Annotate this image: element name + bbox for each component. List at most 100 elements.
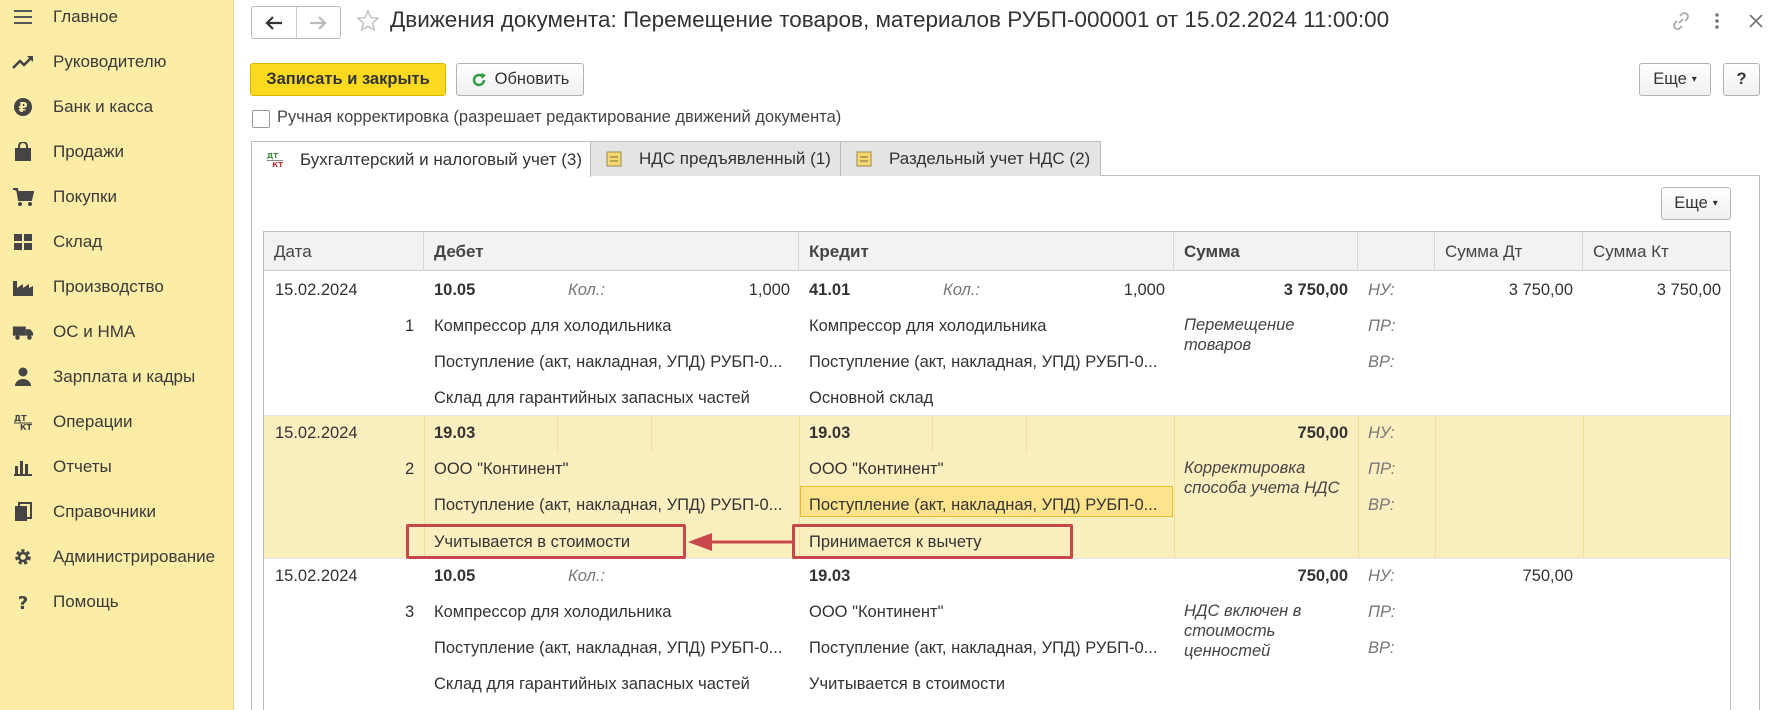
debit-subconto: Поступление (акт, накладная, УПД) РУБП-0… — [434, 353, 783, 371]
vr-label: ВР: — [1368, 639, 1395, 657]
arrow-left-icon — [265, 15, 282, 30]
credit-account: 19.03 — [809, 424, 851, 442]
question-icon: ? — [12, 591, 34, 613]
svg-text:ДТ: ДТ — [14, 414, 27, 423]
credit-subconto: Компрессор для холодильника — [809, 317, 1047, 335]
row-sum: 3 750,00 — [1283, 281, 1348, 299]
sidebar-item-label: Администрирование — [53, 547, 216, 566]
manual-edit-checkbox[interactable] — [252, 110, 270, 128]
vr-label: ВР: — [1368, 353, 1395, 371]
dt-kt-icon: ДТ КТ — [266, 151, 284, 169]
history-nav — [251, 6, 341, 39]
favorite-star-icon[interactable] — [356, 9, 380, 33]
column-header-debit[interactable]: Дебет — [424, 232, 799, 271]
more-button[interactable]: Еще ▾ — [1639, 63, 1711, 96]
pr-label: ПР: — [1368, 460, 1396, 478]
sidebar-item-help[interactable]: ? Помощь — [0, 582, 234, 622]
row-number: 3 — [405, 603, 415, 621]
qty-label: Кол.: — [568, 567, 606, 585]
debit-subconto: Компрессор для холодильника — [434, 603, 672, 621]
debit-subconto: ООО "Континент" — [434, 460, 569, 478]
qty-label: Кол.: — [943, 281, 981, 299]
register-icon — [605, 150, 623, 168]
save-and-close-button[interactable]: Записать и закрыть — [250, 63, 446, 96]
column-header-sum[interactable]: Сумма — [1174, 232, 1358, 271]
close-icon[interactable] — [1745, 10, 1767, 32]
sidebar-item-label: Покупки — [53, 187, 117, 206]
svg-text:КТ: КТ — [20, 423, 33, 432]
truck-icon — [12, 321, 34, 343]
sidebar-item-bank[interactable]: ₽ Банк и касса — [0, 87, 234, 127]
menu-lines-icon — [12, 6, 34, 28]
sidebar-item-sales[interactable]: Продажи — [0, 132, 234, 172]
sidebar-item-label: Операции — [53, 412, 133, 431]
trend-up-icon — [12, 51, 34, 73]
column-header-credit[interactable]: Кредит — [799, 232, 1174, 271]
forward-button[interactable] — [295, 7, 340, 38]
tab-label: НДС предъявленный (1) — [639, 149, 831, 168]
sidebar-item-admin[interactable]: Администрирование — [0, 537, 234, 577]
sum-dt: 3 750,00 — [1508, 281, 1573, 299]
debit-account: 10.05 — [434, 281, 476, 299]
sidebar-item-operations[interactable]: ДТ КТ Операции — [0, 402, 234, 442]
column-header-sum-dt[interactable]: Сумма Дт — [1435, 232, 1583, 271]
sidebar-item-label: Продажи — [53, 142, 124, 161]
row-number: 2 — [405, 460, 415, 478]
sidebar-item-warehouse[interactable]: Склад — [0, 222, 234, 262]
help-button[interactable]: ? — [1723, 63, 1760, 96]
qty-label: Кол.: — [568, 281, 606, 299]
table-row[interactable]: 15.02.2024 1 10.05 Кол.: 1,000 Компрессо… — [264, 271, 1730, 416]
annotation-box-credit — [792, 524, 1073, 559]
credit-qty: 1,000 — [1123, 281, 1165, 299]
row-content: Корректировка способа учета НДС — [1184, 459, 1340, 497]
column-header-date[interactable]: Дата — [264, 232, 424, 271]
bar-chart-icon — [12, 456, 34, 478]
arrow-right-icon — [310, 15, 328, 30]
dt-kt-icon: ДТ КТ — [12, 411, 34, 433]
books-icon — [12, 501, 34, 523]
debit-subconto: Склад для гарантийных запасных частей — [434, 389, 750, 407]
debit-subconto: Склад для гарантийных запасных частей — [434, 675, 750, 693]
back-button[interactable] — [252, 7, 296, 38]
credit-subconto: Поступление (акт, накладная, УПД) РУБП-0… — [809, 639, 1158, 657]
tab-accounting[interactable]: ДТ КТ Бухгалтерский и налоговый учет (3) — [251, 141, 591, 177]
svg-text:КТ: КТ — [272, 160, 283, 169]
tab-separate-vat[interactable]: Раздельный учет НДС (2) — [840, 141, 1101, 176]
nu-label: НУ: — [1368, 424, 1395, 442]
grid-more-button[interactable]: Еще ▾ — [1661, 187, 1731, 220]
debit-account: 19.03 — [434, 424, 476, 442]
sidebar-item-label: Зарплата и кадры — [53, 367, 196, 386]
tab-label: Раздельный учет НДС (2) — [889, 149, 1091, 168]
sidebar-item-salary[interactable]: Зарплата и кадры — [0, 357, 234, 397]
row-sum: 750,00 — [1297, 567, 1348, 585]
sidebar-item-label: Помощь — [53, 592, 119, 611]
row-number: 1 — [405, 317, 415, 335]
column-header-blank[interactable] — [1358, 232, 1435, 271]
more-vertical-icon[interactable] — [1706, 10, 1728, 32]
column-header-sum-kt[interactable]: Сумма Кт — [1583, 232, 1731, 271]
sidebar-item-directories[interactable]: Справочники — [0, 492, 234, 532]
row-content: Перемещение товаров — [1184, 316, 1295, 354]
sum-dt: 750,00 — [1522, 567, 1573, 585]
sidebar-item-purchases[interactable]: Покупки — [0, 177, 234, 217]
annotation-box-debit — [406, 524, 686, 559]
sidebar-item-manager[interactable]: Руководителю — [0, 42, 234, 82]
tab-vat-presented[interactable]: НДС предъявленный (1) — [590, 141, 841, 176]
sidebar-item-main[interactable]: Главное — [0, 0, 234, 37]
table-row[interactable]: 15.02.2024 3 10.05 Кол.: Компрессор для … — [264, 559, 1730, 704]
shopping-bag-icon — [12, 141, 34, 163]
more-label: Еще — [1674, 194, 1708, 212]
credit-subconto: Основной склад — [809, 389, 934, 407]
sidebar-item-reports[interactable]: Отчеты — [0, 447, 234, 487]
sidebar-item-fixed-assets[interactable]: ОС и НМА — [0, 312, 234, 352]
sidebar-item-production[interactable]: Производство — [0, 267, 234, 307]
refresh-button[interactable]: Обновить — [456, 63, 584, 96]
vr-label: ВР: — [1368, 496, 1395, 514]
credit-account: 41.01 — [809, 281, 851, 299]
link-icon[interactable] — [1670, 10, 1692, 32]
cart-icon — [12, 186, 34, 208]
sidebar-item-label: Главное — [53, 7, 118, 26]
movements-table: Дата Дебет Кредит Сумма Сумма Дт Сумма К… — [263, 231, 1731, 710]
sidebar-item-label: Производство — [53, 277, 164, 296]
register-icon — [855, 150, 873, 168]
